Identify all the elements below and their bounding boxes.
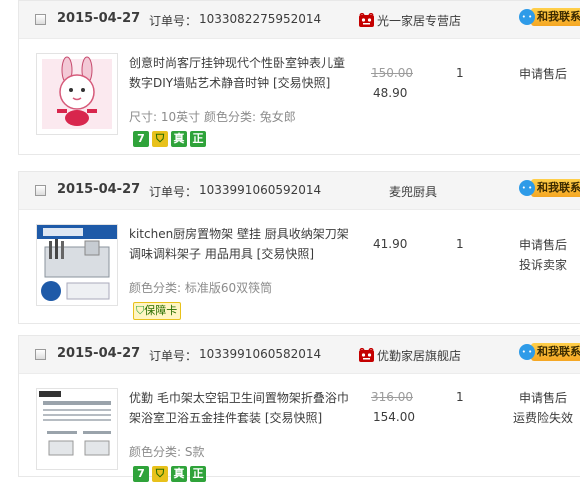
shield-icon: ⛉: [136, 304, 145, 317]
kitchen-rack-image: [37, 225, 117, 305]
product-sku: 颜色分类: S款: [129, 445, 205, 459]
order-number-label: 订单号：: [149, 185, 198, 199]
snapshot-link[interactable]: [交易快照]: [265, 411, 322, 425]
snapshot-link[interactable]: [交易快照]: [273, 76, 330, 90]
apply-after-sale-link[interactable]: 申请售后: [513, 235, 573, 255]
contact-seller-button[interactable]: • • 和我联系: [519, 343, 580, 363]
quantity: 1: [456, 390, 464, 404]
order-select-checkbox[interactable]: [35, 349, 46, 360]
order-number: 1033991060582014: [199, 347, 322, 361]
shop-link[interactable]: 麦兜厨具: [389, 183, 437, 200]
paid-price: 41.90: [373, 237, 408, 251]
order-card: 2015-04-27 订单号： 1033991060592014 麦兜厨具 • …: [18, 171, 580, 324]
towel-rack-image: [37, 389, 117, 469]
product-thumbnail[interactable]: [36, 388, 118, 470]
service-badges: ⛉保障卡: [133, 302, 182, 320]
original-price: 316.00: [371, 390, 413, 404]
order-number: 1033991060592014: [199, 183, 322, 197]
order-number: 1033082275952014: [199, 12, 322, 26]
badge-7day[interactable]: 7: [133, 131, 149, 147]
order-card: 2015-04-27 订单号： 1033082275952014 光一家居专营店…: [18, 0, 580, 155]
shop-link[interactable]: 优勤家居旗舰店: [359, 347, 461, 364]
product-thumbnail[interactable]: [36, 224, 118, 306]
tmall-cat-icon: [359, 348, 374, 362]
contact-seller-label: 和我联系: [531, 179, 580, 197]
shipping-insurance-status: 运费险失效: [513, 411, 574, 425]
product-title-link[interactable]: 创意时尚客厅挂钟现代个性卧室钟表儿童数字DIY墙贴艺术静音时钟 [交易快照]: [129, 53, 351, 93]
order-header: 2015-04-27 订单号： 1033991060582014 优勤家居旗舰店…: [19, 336, 580, 374]
snapshot-link[interactable]: [交易快照]: [257, 247, 314, 261]
product-title-link[interactable]: 优勤 毛巾架太空铝卫生间置物架折叠浴巾架浴室卫浴五金挂件套装 [交易快照]: [129, 388, 351, 428]
shop-name: 优勤家居旗舰店: [377, 349, 462, 363]
chat-bubble-icon: • •: [519, 9, 535, 25]
order-actions: 申请售后 投诉卖家: [513, 235, 573, 275]
order-card: 2015-04-27 订单号： 1033991060582014 优勤家居旗舰店…: [18, 335, 580, 482]
product-title: kitchen厨房置物架 壁挂 厨具收纳架刀架调味调料架子 用品用具: [129, 227, 349, 261]
bunny-clock-image: [37, 54, 117, 134]
paid-price: 154.00: [373, 410, 415, 424]
chat-bubble-icon: • •: [519, 344, 535, 360]
order-number-label: 订单号：: [149, 349, 198, 363]
badge-genuine[interactable]: 真: [171, 131, 187, 147]
order-actions: 申请售后 运费险失效: [513, 388, 573, 428]
apply-after-sale-link[interactable]: 申请售后: [513, 388, 573, 408]
order-header: 2015-04-27 订单号： 1033082275952014 光一家居专营店…: [19, 1, 580, 39]
order-select-checkbox[interactable]: [35, 14, 46, 25]
order-date: 2015-04-27: [57, 346, 141, 361]
badge-authentic[interactable]: 正: [190, 131, 206, 147]
paid-price: 48.90: [373, 86, 408, 100]
service-badges: 7 ⛉ 真正: [133, 131, 209, 147]
contact-seller-label: 和我联系: [531, 343, 580, 361]
guarantee-card-badge[interactable]: ⛉保障卡: [133, 302, 182, 320]
order-date: 2015-04-27: [57, 11, 141, 26]
product-sku: 尺寸: 10英寸 颜色分类: 兔女郎: [129, 110, 296, 124]
quantity: 1: [456, 66, 464, 80]
contact-seller-button[interactable]: • • 和我联系: [519, 8, 580, 28]
quantity: 1: [456, 237, 464, 251]
badge-7day[interactable]: 7: [133, 466, 149, 482]
chat-bubble-icon: • •: [519, 180, 535, 196]
product-title-link[interactable]: kitchen厨房置物架 壁挂 厨具收纳架刀架调味调料架子 用品用具 [交易快照…: [129, 224, 351, 264]
order-header: 2015-04-27 订单号： 1033991060592014 麦兜厨具 • …: [19, 172, 580, 210]
order-actions: 申请售后: [513, 64, 573, 84]
complain-seller-link[interactable]: 投诉卖家: [513, 255, 573, 275]
guarantee-card-label: 保障卡: [144, 304, 178, 317]
apply-after-sale-link[interactable]: 申请售后: [513, 64, 573, 84]
service-badges: 7 ⛉ 真正: [133, 466, 209, 482]
badge-authentic[interactable]: 正: [190, 466, 206, 482]
product-thumbnail[interactable]: [36, 53, 118, 135]
product-sku: 颜色分类: 标准版60双筷筒: [129, 281, 273, 295]
shop-link[interactable]: 光一家居专营店: [359, 12, 461, 29]
order-number-label: 订单号：: [149, 14, 198, 28]
tmall-cat-icon: [359, 13, 374, 27]
shop-name: 光一家居专营店: [377, 14, 462, 28]
badge-shield-icon[interactable]: ⛉: [152, 131, 168, 147]
contact-seller-button[interactable]: • • 和我联系: [519, 179, 580, 199]
original-price: 150.00: [371, 66, 413, 80]
badge-genuine[interactable]: 真: [171, 466, 187, 482]
contact-seller-label: 和我联系: [531, 8, 580, 26]
badge-shield-icon[interactable]: ⛉: [152, 466, 168, 482]
order-date: 2015-04-27: [57, 182, 141, 197]
shop-name: 麦兜厨具: [389, 185, 438, 199]
order-select-checkbox[interactable]: [35, 185, 46, 196]
